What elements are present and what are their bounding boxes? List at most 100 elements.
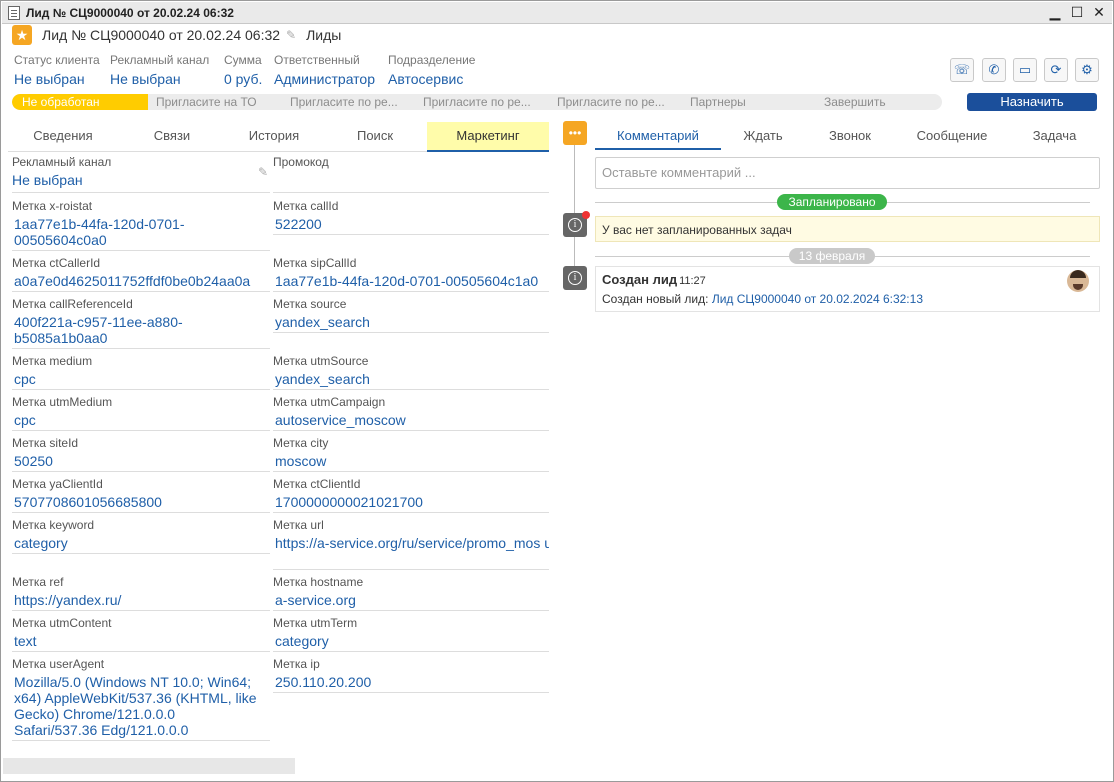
field-label: Метка url [273, 518, 324, 532]
info-value[interactable]: 0 руб. [224, 71, 262, 87]
refresh-button[interactable]: ⟳ [1044, 58, 1068, 82]
field-label: Метка utmMedium [12, 395, 113, 409]
field-medium: Метка medium cpc [12, 354, 270, 390]
field-value[interactable]: 1aa77e1b-44fa-120d-0701- 00505604c0a0 [12, 216, 270, 248]
field-label: Метка ctCallerId [12, 256, 101, 270]
tab-links[interactable]: Связи [118, 122, 226, 152]
tab-marketing[interactable]: Маркетинг [427, 122, 549, 152]
field-label: Метка callId [273, 199, 339, 213]
event-title: Создан лид [602, 272, 678, 287]
tab-details[interactable]: Сведения [8, 122, 118, 152]
field-label: Метка city [273, 436, 329, 450]
message-button[interactable]: ▭ [1013, 58, 1037, 82]
field-label: Метка utmContent [12, 616, 112, 630]
field-value[interactable]: 522200 [273, 216, 549, 232]
field-user-agent: Метка userAgent Mozilla/5.0 (Windows NT … [12, 657, 270, 741]
info-value[interactable]: Не выбран [110, 71, 209, 87]
info-value[interactable]: Администратор [274, 71, 375, 87]
lead-created-event: Создан лид 11:27 Создан новый лид: Лид СЦ… [595, 266, 1100, 312]
tab-message[interactable]: Сообщение [895, 122, 1009, 150]
date-badge: 13 февраля [789, 248, 875, 264]
horizontal-scrollbar[interactable] [3, 758, 295, 774]
stage-bar: Не обработан Пригласите на ТО Пригласите… [12, 94, 942, 110]
info-value[interactable]: Не выбран [14, 71, 100, 87]
tab-call[interactable]: Звонок [805, 122, 895, 150]
star-icon[interactable]: ★ [12, 25, 32, 45]
stage-invite-2[interactable]: Пригласите по ре... [423, 94, 543, 110]
field-value[interactable]: https://a-service.org/ru/service/promo_m… [273, 535, 549, 551]
tab-comment[interactable]: Комментарий [595, 122, 721, 150]
activity-tabs: Комментарий Ждать Звонок Сообщение Задач… [595, 122, 1100, 150]
close-button[interactable]: ✕ [1090, 4, 1108, 21]
field-label: Метка yaClientId [12, 477, 103, 491]
field-value[interactable]: Mozilla/5.0 (Windows NT 10.0; Win64; x64… [12, 674, 270, 738]
field-value[interactable]: autoservice_moscow [273, 412, 549, 428]
settings-button[interactable]: ⚙ [1075, 58, 1099, 82]
edit-title-icon[interactable]: ✎ [286, 28, 296, 42]
tab-task[interactable]: Задача [1009, 122, 1100, 150]
info-label: Ответственный [274, 53, 360, 67]
field-value[interactable]: 250.110.20.200 [273, 674, 549, 690]
pencil-icon[interactable]: ✎ [258, 165, 268, 179]
window-title: Лид № СЦ9000040 от 20.02.24 06:32 [26, 5, 234, 20]
field-ip: Метка ip 250.110.20.200 [273, 657, 549, 693]
field-value[interactable]: 1700000000021021700 [273, 494, 549, 510]
field-value[interactable]: text [12, 633, 270, 649]
field-label: Метка keyword [12, 518, 95, 532]
field-value[interactable]: 1aa77e1b-44fa-120d-0701-00505604c1a0 [273, 273, 549, 289]
field-value[interactable]: yandex_search [273, 371, 549, 387]
field-label: Метка hostname [273, 575, 364, 589]
field-value[interactable]: category [12, 535, 270, 551]
tab-wait[interactable]: Ждать [721, 122, 805, 150]
field-label: Метка ip [273, 657, 320, 671]
stage-finish[interactable]: Завершить [824, 94, 934, 110]
field-x-roistat: Метка x-roistat 1aa77e1b-44fa-120d-0701-… [12, 199, 270, 251]
field-value[interactable]: Не выбран [12, 172, 270, 188]
lead-category: Лиды [306, 27, 342, 43]
stage-invite-1[interactable]: Пригласите по ре... [290, 94, 410, 110]
field-sip-call-id: Метка sipCallId 1aa77e1b-44fa-120d-0701-… [273, 256, 549, 292]
field-value[interactable]: cpc [12, 412, 270, 428]
field-value[interactable]: category [273, 633, 549, 649]
stage-invite-3[interactable]: Пригласите по ре... [557, 94, 677, 110]
field-call-id: Метка callId 522200 [273, 199, 549, 235]
call-button[interactable]: ✆ [982, 58, 1006, 82]
field-label: Метка medium [12, 354, 93, 368]
field-utm-source: Метка utmSource yandex_search [273, 354, 549, 390]
stage-invite-to[interactable]: Пригласите на ТО [156, 94, 282, 110]
info-department: Подразделение Автосервис [388, 53, 475, 87]
field-value[interactable]: https://yandex.ru/ [12, 592, 270, 608]
comment-input[interactable]: Оставьте комментарий ... [595, 157, 1100, 189]
info-value[interactable]: Автосервис [388, 71, 475, 87]
info-client-status: Статус клиента Не выбран [14, 53, 100, 87]
field-value[interactable]: 50250 [12, 453, 270, 469]
tab-history[interactable]: История [226, 122, 322, 152]
timeline-line [574, 145, 575, 275]
stage-not-processed[interactable]: Не обработан [12, 94, 148, 110]
field-value[interactable]: yandex_search [273, 314, 549, 330]
info-label: Статус клиента [14, 53, 100, 67]
field-value[interactable]: moscow [273, 453, 549, 469]
field-value[interactable]: cpc [12, 371, 270, 387]
event-time: 11:27 [679, 275, 706, 287]
tab-search[interactable]: Поиск [322, 122, 428, 152]
field-ct-caller-id: Метка ctCallerId a0a7e0d4625011752ffdf0b… [12, 256, 270, 292]
info-label: Сумма [224, 53, 262, 67]
field-source: Метка source yandex_search [273, 297, 549, 333]
maximize-button[interactable]: ☐ [1068, 4, 1086, 21]
call-transfer-button[interactable]: ☏ [950, 58, 974, 82]
info-amount: Сумма 0 руб. [224, 53, 262, 87]
field-value[interactable]: a-service.org [273, 592, 549, 608]
window-titlebar: Лид № СЦ9000040 от 20.02.24 06:32 ▁ ☐ ✕ [2, 2, 1112, 24]
lead-link[interactable]: Лид СЦ9000040 от 20.02.2024 6:32:13 [712, 292, 923, 306]
avatar[interactable] [1067, 270, 1089, 292]
stage-partners[interactable]: Партнеры [690, 94, 810, 110]
assign-button[interactable]: Назначить [967, 93, 1097, 111]
minimize-button[interactable]: ▁ [1046, 4, 1064, 21]
field-value[interactable]: 400f221a-c957-11ee-a880- b5085a1b0aa0 [12, 314, 270, 346]
field-label: Метка utmSource [273, 354, 369, 368]
field-value[interactable]: a0a7e0d4625011752ffdf0be0b24aa0a [12, 273, 270, 289]
gear-icon: ⚙ [1081, 62, 1093, 77]
field-value[interactable]: 5707708601056685800 [12, 494, 270, 510]
field-city: Метка city moscow [273, 436, 549, 472]
